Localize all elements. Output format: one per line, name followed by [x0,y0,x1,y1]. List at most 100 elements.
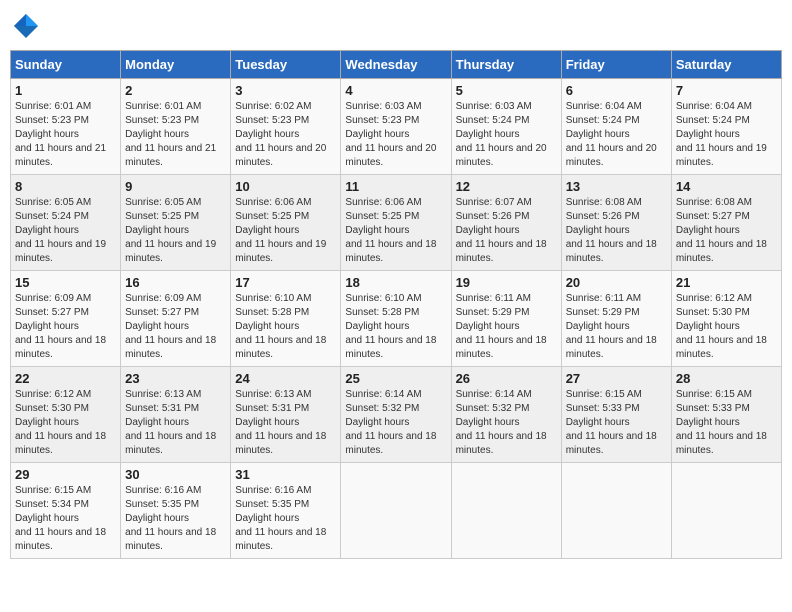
day-info: Sunrise: 6:02 AMSunset: 5:23 PMDaylight … [235,101,326,168]
logo-icon [10,10,42,42]
calendar-day-cell: 22 Sunrise: 6:12 AMSunset: 5:30 PMDaylig… [11,367,121,463]
day-info: Sunrise: 6:08 AMSunset: 5:27 PMDaylight … [676,197,767,264]
calendar-day-cell: 31 Sunrise: 6:16 AMSunset: 5:35 PMDaylig… [231,463,341,559]
day-info: Sunrise: 6:04 AMSunset: 5:24 PMDaylight … [676,101,767,168]
page-header [10,10,782,42]
day-number: 25 [345,371,446,386]
calendar-day-cell: 11 Sunrise: 6:06 AMSunset: 5:25 PMDaylig… [341,175,451,271]
weekday-header-cell: Thursday [451,51,561,79]
day-info: Sunrise: 6:01 AMSunset: 5:23 PMDaylight … [125,101,216,168]
weekday-header-cell: Tuesday [231,51,341,79]
day-info: Sunrise: 6:15 AMSunset: 5:33 PMDaylight … [566,389,657,456]
calendar-day-cell: 10 Sunrise: 6:06 AMSunset: 5:25 PMDaylig… [231,175,341,271]
day-number: 5 [456,83,557,98]
day-info: Sunrise: 6:09 AMSunset: 5:27 PMDaylight … [15,293,106,360]
day-info: Sunrise: 6:07 AMSunset: 5:26 PMDaylight … [456,197,547,264]
calendar-day-cell: 4 Sunrise: 6:03 AMSunset: 5:23 PMDayligh… [341,79,451,175]
calendar-day-cell: 2 Sunrise: 6:01 AMSunset: 5:23 PMDayligh… [121,79,231,175]
day-number: 26 [456,371,557,386]
calendar-day-cell [671,463,781,559]
calendar-day-cell: 20 Sunrise: 6:11 AMSunset: 5:29 PMDaylig… [561,271,671,367]
weekday-header-cell: Wednesday [341,51,451,79]
day-info: Sunrise: 6:01 AMSunset: 5:23 PMDaylight … [15,101,106,168]
day-info: Sunrise: 6:12 AMSunset: 5:30 PMDaylight … [676,293,767,360]
calendar-day-cell: 27 Sunrise: 6:15 AMSunset: 5:33 PMDaylig… [561,367,671,463]
calendar-day-cell: 16 Sunrise: 6:09 AMSunset: 5:27 PMDaylig… [121,271,231,367]
day-number: 13 [566,179,667,194]
calendar-day-cell: 17 Sunrise: 6:10 AMSunset: 5:28 PMDaylig… [231,271,341,367]
day-number: 19 [456,275,557,290]
calendar-day-cell: 1 Sunrise: 6:01 AMSunset: 5:23 PMDayligh… [11,79,121,175]
day-number: 11 [345,179,446,194]
day-number: 29 [15,467,116,482]
day-number: 17 [235,275,336,290]
calendar-day-cell: 8 Sunrise: 6:05 AMSunset: 5:24 PMDayligh… [11,175,121,271]
day-number: 27 [566,371,667,386]
day-number: 7 [676,83,777,98]
calendar-day-cell: 21 Sunrise: 6:12 AMSunset: 5:30 PMDaylig… [671,271,781,367]
calendar-day-cell: 9 Sunrise: 6:05 AMSunset: 5:25 PMDayligh… [121,175,231,271]
calendar-day-cell: 28 Sunrise: 6:15 AMSunset: 5:33 PMDaylig… [671,367,781,463]
day-info: Sunrise: 6:04 AMSunset: 5:24 PMDaylight … [566,101,657,168]
day-number: 21 [676,275,777,290]
calendar-week-row: 29 Sunrise: 6:15 AMSunset: 5:34 PMDaylig… [11,463,782,559]
day-info: Sunrise: 6:14 AMSunset: 5:32 PMDaylight … [456,389,547,456]
calendar-day-cell [561,463,671,559]
calendar-body: 1 Sunrise: 6:01 AMSunset: 5:23 PMDayligh… [11,79,782,559]
day-info: Sunrise: 6:16 AMSunset: 5:35 PMDaylight … [125,485,216,552]
day-number: 3 [235,83,336,98]
day-info: Sunrise: 6:09 AMSunset: 5:27 PMDaylight … [125,293,216,360]
calendar-week-row: 1 Sunrise: 6:01 AMSunset: 5:23 PMDayligh… [11,79,782,175]
calendar-table: SundayMondayTuesdayWednesdayThursdayFrid… [10,50,782,559]
day-number: 9 [125,179,226,194]
calendar-day-cell: 26 Sunrise: 6:14 AMSunset: 5:32 PMDaylig… [451,367,561,463]
day-info: Sunrise: 6:16 AMSunset: 5:35 PMDaylight … [235,485,326,552]
day-number: 2 [125,83,226,98]
day-number: 16 [125,275,226,290]
day-number: 6 [566,83,667,98]
day-number: 8 [15,179,116,194]
day-number: 18 [345,275,446,290]
day-info: Sunrise: 6:12 AMSunset: 5:30 PMDaylight … [15,389,106,456]
calendar-week-row: 22 Sunrise: 6:12 AMSunset: 5:30 PMDaylig… [11,367,782,463]
day-number: 4 [345,83,446,98]
day-number: 10 [235,179,336,194]
day-number: 1 [15,83,116,98]
day-info: Sunrise: 6:05 AMSunset: 5:24 PMDaylight … [15,197,106,264]
day-info: Sunrise: 6:06 AMSunset: 5:25 PMDaylight … [235,197,326,264]
day-number: 28 [676,371,777,386]
calendar-day-cell: 30 Sunrise: 6:16 AMSunset: 5:35 PMDaylig… [121,463,231,559]
calendar-day-cell: 3 Sunrise: 6:02 AMSunset: 5:23 PMDayligh… [231,79,341,175]
weekday-header-row: SundayMondayTuesdayWednesdayThursdayFrid… [11,51,782,79]
weekday-header-cell: Monday [121,51,231,79]
calendar-day-cell [451,463,561,559]
weekday-header-cell: Saturday [671,51,781,79]
day-info: Sunrise: 6:05 AMSunset: 5:25 PMDaylight … [125,197,216,264]
weekday-header-cell: Sunday [11,51,121,79]
calendar-day-cell: 18 Sunrise: 6:10 AMSunset: 5:28 PMDaylig… [341,271,451,367]
day-number: 12 [456,179,557,194]
day-info: Sunrise: 6:15 AMSunset: 5:33 PMDaylight … [676,389,767,456]
calendar-day-cell: 23 Sunrise: 6:13 AMSunset: 5:31 PMDaylig… [121,367,231,463]
calendar-week-row: 8 Sunrise: 6:05 AMSunset: 5:24 PMDayligh… [11,175,782,271]
calendar-day-cell: 15 Sunrise: 6:09 AMSunset: 5:27 PMDaylig… [11,271,121,367]
calendar-day-cell: 7 Sunrise: 6:04 AMSunset: 5:24 PMDayligh… [671,79,781,175]
day-info: Sunrise: 6:14 AMSunset: 5:32 PMDaylight … [345,389,436,456]
calendar-day-cell: 14 Sunrise: 6:08 AMSunset: 5:27 PMDaylig… [671,175,781,271]
day-number: 24 [235,371,336,386]
calendar-day-cell: 6 Sunrise: 6:04 AMSunset: 5:24 PMDayligh… [561,79,671,175]
day-number: 30 [125,467,226,482]
calendar-day-cell: 13 Sunrise: 6:08 AMSunset: 5:26 PMDaylig… [561,175,671,271]
day-info: Sunrise: 6:10 AMSunset: 5:28 PMDaylight … [235,293,326,360]
day-info: Sunrise: 6:10 AMSunset: 5:28 PMDaylight … [345,293,436,360]
day-number: 31 [235,467,336,482]
calendar-day-cell: 5 Sunrise: 6:03 AMSunset: 5:24 PMDayligh… [451,79,561,175]
day-info: Sunrise: 6:08 AMSunset: 5:26 PMDaylight … [566,197,657,264]
day-number: 15 [15,275,116,290]
day-info: Sunrise: 6:03 AMSunset: 5:23 PMDaylight … [345,101,436,168]
calendar-day-cell: 24 Sunrise: 6:13 AMSunset: 5:31 PMDaylig… [231,367,341,463]
day-number: 22 [15,371,116,386]
day-info: Sunrise: 6:11 AMSunset: 5:29 PMDaylight … [566,293,657,360]
weekday-header-cell: Friday [561,51,671,79]
day-info: Sunrise: 6:13 AMSunset: 5:31 PMDaylight … [125,389,216,456]
